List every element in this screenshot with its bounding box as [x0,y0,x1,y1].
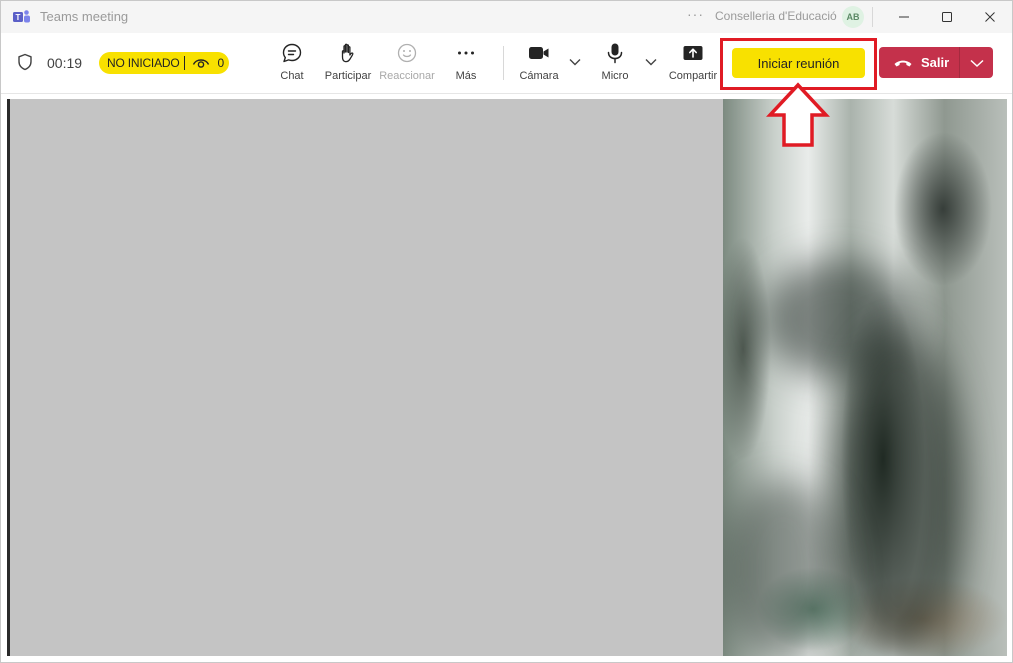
chevron-down-icon [969,59,984,67]
smiley-icon [397,43,417,63]
svg-text:T: T [16,13,21,22]
share-button[interactable]: Compartir [667,41,719,87]
maximize-button[interactable] [924,1,970,33]
meeting-toolbar: 00:19 NO INICIADO 0 Chat Participar Reac… [1,33,1012,94]
viewer-count: 0 [217,56,225,70]
video-blur [723,479,843,656]
chevron-down-icon[interactable] [644,57,658,67]
meeting-timer: 00:19 [47,55,83,71]
status-text: NO INICIADO [107,56,180,70]
more-options-icon[interactable]: ··· [687,6,704,22]
participate-button[interactable]: Participar [324,41,372,87]
teams-meeting-window: T Teams meeting ··· Conselleria d'Educac… [0,0,1013,663]
leave-label: Salir [921,55,950,70]
share-label: Compartir [668,70,718,82]
avatar[interactable]: AB [842,6,864,28]
close-icon [985,12,995,22]
react-label: Reaccionar [379,70,435,82]
leave-button[interactable]: Salir [879,47,993,78]
participant-video [723,99,1007,656]
more-label: Más [455,70,477,82]
arrow-up-annotation [766,82,830,147]
leave-options-button[interactable] [960,47,993,78]
video-blur [833,329,963,656]
close-button[interactable] [967,1,1012,33]
microphone-label: Micro [601,70,629,82]
minimize-icon [899,16,909,18]
ellipsis-icon [458,51,474,55]
title-divider [872,7,873,27]
chat-label: Chat [280,70,304,82]
camera-button[interactable]: Cámara [519,41,559,87]
toolbar-divider [503,46,504,80]
share-icon [683,46,703,60]
pill-divider [184,56,186,70]
hand-icon [341,43,354,63]
camera-icon [529,47,549,59]
camera-label: Cámara [519,70,559,82]
phone-hangup-icon [894,60,912,66]
eye-icon [193,59,210,68]
more-button[interactable]: Más [454,41,478,87]
chat-button[interactable]: Chat [277,41,307,87]
react-button[interactable]: Reaccionar [379,41,435,87]
meeting-stage [1,94,1012,662]
leave-main-button[interactable]: Salir [879,47,959,78]
teams-logo-icon: T [13,10,30,23]
content-placeholder [10,99,723,656]
microphone-button[interactable]: Micro [600,41,630,87]
minimize-button[interactable] [881,1,927,33]
participate-label: Participar [324,70,372,82]
organization-name: Conselleria d'Educació [715,9,837,23]
chevron-down-icon[interactable] [568,57,582,67]
microphone-icon [607,43,623,64]
maximize-icon [942,12,952,22]
title-bar: T Teams meeting ··· Conselleria d'Educac… [1,1,1012,33]
status-badge: NO INICIADO 0 [99,52,229,74]
shield-icon[interactable] [17,53,33,71]
chat-icon [282,43,302,63]
window-title: Teams meeting [40,9,129,24]
